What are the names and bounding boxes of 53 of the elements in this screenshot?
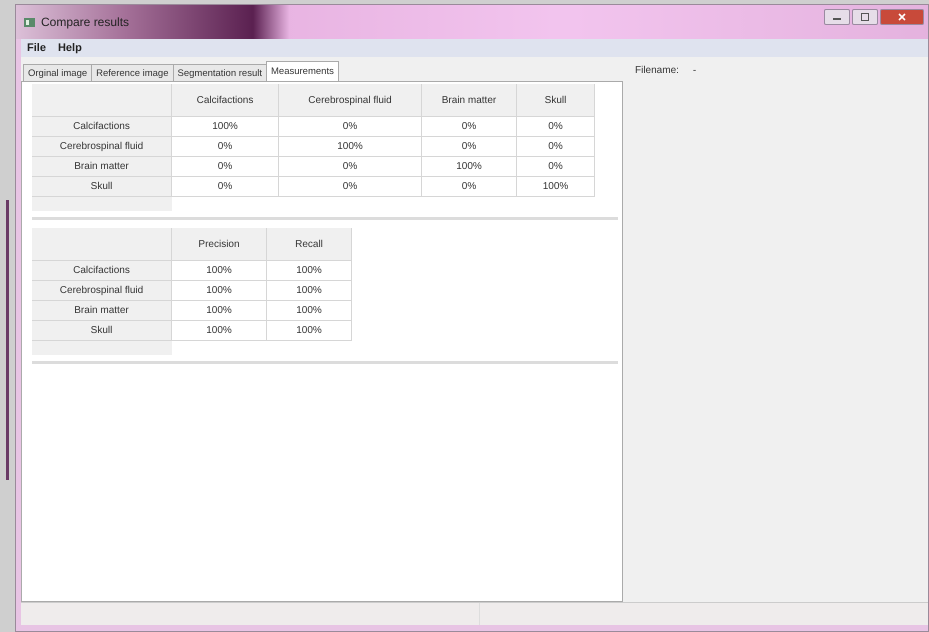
close-icon: [898, 13, 906, 21]
table-cell: 100%: [422, 157, 517, 177]
menu-item[interactable]: File: [27, 42, 46, 54]
table-cell: 100%: [267, 281, 352, 301]
row-header: Skull: [32, 177, 172, 197]
table-cell: 100%: [172, 281, 267, 301]
close-button[interactable]: [880, 9, 924, 25]
table-cell: 100%: [172, 117, 279, 137]
row-header: Cerebrospinal fluid: [32, 281, 172, 301]
column-header: Calcifactions: [172, 84, 279, 117]
menu-item[interactable]: Help: [58, 42, 82, 54]
tab[interactable]: Segmentation result: [172, 64, 267, 81]
minimize-button[interactable]: [824, 9, 850, 25]
table-cell: 0%: [517, 157, 595, 177]
table-cell: 0%: [422, 137, 517, 157]
filename-label: Filename:: [635, 65, 679, 76]
table-cell: 100%: [267, 261, 352, 281]
column-header: Recall: [267, 228, 352, 261]
filename-value: -: [692, 65, 696, 76]
table-cell: 100%: [172, 261, 267, 281]
table-cell: 0%: [422, 117, 517, 137]
table-cell: 100%: [517, 177, 595, 197]
column-header: Cerebrospinal fluid: [279, 84, 422, 117]
table-cell: 100%: [267, 301, 352, 321]
row-header: Cerebrospinal fluid: [32, 137, 172, 157]
table-cell: 0%: [279, 177, 422, 197]
tab[interactable]: Orginal image: [23, 64, 92, 81]
table-cell: 0%: [422, 177, 517, 197]
table-cell: 0%: [172, 157, 279, 177]
column-header: Precision: [172, 228, 267, 261]
table-cell: 0%: [172, 137, 279, 157]
maximize-icon: [861, 13, 869, 21]
row-header: Calcifactions: [32, 261, 172, 281]
row-header: Calcifactions: [32, 117, 172, 137]
table-cell: 0%: [279, 117, 422, 137]
row-header: Skull: [32, 321, 172, 341]
row-header: Brain matter: [32, 301, 172, 321]
app-icon: [24, 16, 35, 28]
column-header: Brain matter: [422, 84, 517, 117]
table-cell: 100%: [267, 321, 352, 341]
table-cell: 0%: [172, 177, 279, 197]
table-cell: 0%: [279, 157, 422, 177]
maximize-button[interactable]: [852, 9, 878, 25]
tab[interactable]: Measurements: [266, 61, 339, 81]
table-cell: 0%: [517, 117, 595, 137]
table-cell: 100%: [172, 321, 267, 341]
row-header: Brain matter: [32, 157, 172, 177]
table-cell: 100%: [172, 301, 267, 321]
table-cell: 0%: [517, 137, 595, 157]
window-title: Compare results: [41, 15, 130, 29]
table-cell: 100%: [279, 137, 422, 157]
column-header: Skull: [517, 84, 595, 117]
tab[interactable]: Reference image: [91, 64, 174, 81]
